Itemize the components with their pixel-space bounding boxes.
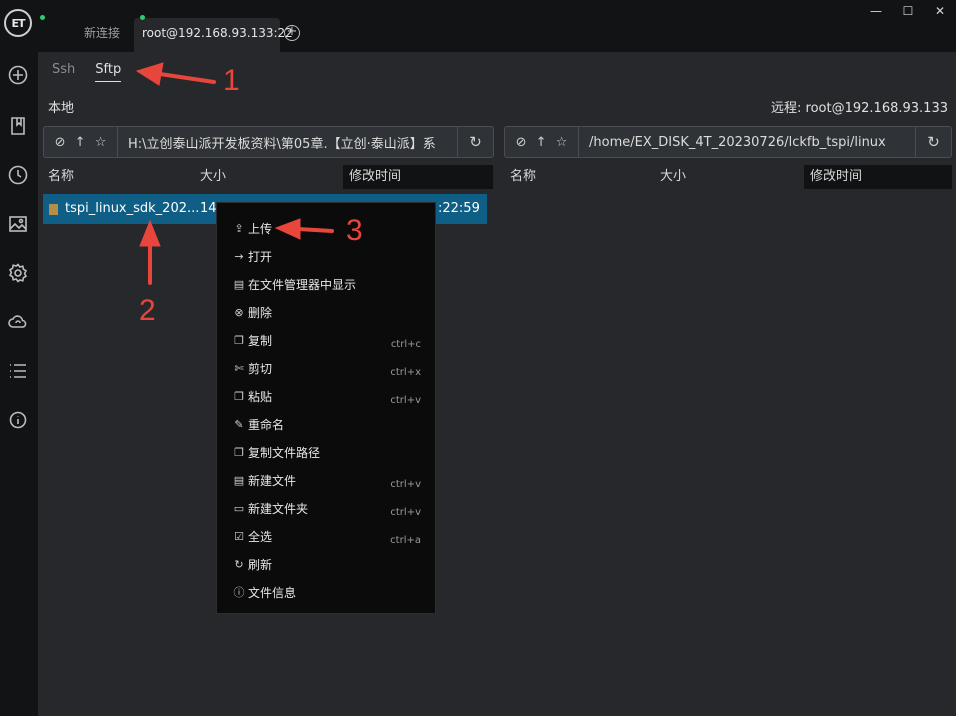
menu-item[interactable]: ✎ 重命名 xyxy=(217,411,437,439)
paste-icon: ❐ xyxy=(234,390,244,403)
menu-item-label: 全选 xyxy=(248,530,273,544)
title-bar: 新连接 root@192.168.93.133:22 + — ☐ ✕ xyxy=(38,0,956,52)
archive-file-icon xyxy=(49,204,58,215)
menu-item-label: 剪切 xyxy=(248,362,273,376)
plus-circle-icon[interactable] xyxy=(7,64,29,86)
window-controls: — ☐ ✕ xyxy=(860,0,956,22)
add-tab-icon[interactable]: + xyxy=(284,25,300,41)
remote-col-modified[interactable]: 修改时间 xyxy=(804,165,952,189)
menu-item[interactable]: ❐ 复制 ctrl+c xyxy=(217,327,437,355)
copy-icon: ❐ xyxy=(234,334,244,347)
tab-new-connection[interactable]: 新连接 xyxy=(58,18,146,52)
menu-item[interactable]: ▭ 新建文件夹 ctrl+v xyxy=(217,495,437,523)
context-menu: ⇪ 上传 → 打开 ▤ 在文件管理器中显示 ⊗ 删除 ❐ 复制 ctrl+c ✄ 剪切 ctrl+x ❐ 粘贴… xyxy=(216,202,436,614)
minimize-button[interactable]: — xyxy=(860,0,892,22)
local-path-input[interactable]: H:\立创泰山派开发板资料\第05章.【立创·泰山派】系 xyxy=(118,133,457,152)
menu-item-label: 复制 xyxy=(248,334,273,348)
menu-item[interactable]: ▤ 新建文件 ctrl+v xyxy=(217,467,437,495)
remote-refresh-icon[interactable]: ↻ xyxy=(915,127,951,157)
menu-item-label: 复制文件路径 xyxy=(248,446,321,460)
local-col-size[interactable]: 大小 xyxy=(200,165,226,189)
remote-pane-title: 远程: root@192.168.93.133 xyxy=(771,101,948,116)
remote-col-name[interactable]: 名称 xyxy=(510,165,536,189)
menu-item-label: 在文件管理器中显示 xyxy=(248,278,357,292)
local-path-actions: ⊘ ↑ ☆ xyxy=(44,127,118,157)
file-name: tspi_linux_sdk_202... xyxy=(65,201,200,216)
local-pane-title: 本地 xyxy=(48,101,75,116)
gear-icon[interactable] xyxy=(7,262,29,284)
remote-path-input[interactable]: /home/EX_DISK_4T_20230726/lckfb_tspi/lin… xyxy=(579,135,915,150)
annotation-number-2: 2 xyxy=(139,294,156,327)
menu-item-label: 新建文件夹 xyxy=(248,502,309,516)
menu-item[interactable]: ⓘ 文件信息 xyxy=(217,579,437,607)
local-col-name[interactable]: 名称 xyxy=(48,165,74,189)
cloud-sync-icon[interactable] xyxy=(7,311,29,333)
mode-tabs: Ssh Sftp xyxy=(52,62,122,82)
copy-path-icon: ❐ xyxy=(234,446,244,459)
rename-icon: ✎ xyxy=(234,418,244,431)
info-icon[interactable] xyxy=(7,409,29,431)
remote-col-size[interactable]: 大小 xyxy=(660,165,686,189)
select-all-icon: ☑ xyxy=(234,530,244,543)
remote-path-bar: ⊘ ↑ ☆ /home/EX_DISK_4T_20230726/lckfb_ts… xyxy=(504,126,952,158)
favorite-star-icon[interactable]: ☆ xyxy=(556,135,568,150)
remote-path-actions: ⊘ ↑ ☆ xyxy=(505,127,579,157)
annotation-number-3: 3 xyxy=(346,214,363,247)
menu-item[interactable]: ↻ 刷新 xyxy=(217,551,437,579)
delete-icon: ⊗ xyxy=(234,306,244,319)
left-sidebar: ET xyxy=(0,0,38,716)
local-refresh-icon[interactable]: ↻ xyxy=(457,127,493,157)
local-col-modified[interactable]: 修改时间 xyxy=(343,165,493,189)
new-folder-icon: ▭ xyxy=(233,502,245,515)
tab-sftp[interactable]: Sftp xyxy=(95,62,122,82)
tab-ssh-session-label: root@192.168.93.133:22 xyxy=(142,26,293,40)
clock-icon[interactable] xyxy=(7,164,29,186)
app-logo: ET xyxy=(4,9,32,37)
menu-item-label: 文件信息 xyxy=(248,586,297,600)
menu-item-label: 重命名 xyxy=(248,418,285,432)
info-icon: ⓘ xyxy=(233,586,245,599)
connection-status-dot xyxy=(140,15,145,20)
refresh-icon: ↻ xyxy=(234,558,244,571)
app-status-dot xyxy=(40,15,45,20)
annotation-number-1: 1 xyxy=(223,64,240,97)
menu-item[interactable]: ✄ 剪切 ctrl+x xyxy=(217,355,437,383)
menu-item-label: 上传 xyxy=(248,222,273,236)
close-button[interactable]: ✕ xyxy=(924,0,956,22)
go-up-icon[interactable]: ↑ xyxy=(536,135,547,150)
hide-hidden-files-icon[interactable]: ⊘ xyxy=(55,135,66,150)
file-icon: ▤ xyxy=(233,278,245,291)
menu-item[interactable]: ❐ 复制文件路径 xyxy=(217,439,437,467)
arrow-right-icon: → xyxy=(234,250,244,263)
tab-ssh[interactable]: Ssh xyxy=(52,62,75,82)
hide-hidden-files-icon[interactable]: ⊘ xyxy=(516,135,527,150)
menu-item-label: 新建文件 xyxy=(248,474,297,488)
local-path-bar: ⊘ ↑ ☆ H:\立创泰山派开发板资料\第05章.【立创·泰山派】系 ↻ xyxy=(43,126,494,158)
maximize-button[interactable]: ☐ xyxy=(892,0,924,22)
file-modified: :22:59 xyxy=(438,201,480,216)
menu-item[interactable]: ❐ 粘贴 ctrl+v xyxy=(217,383,437,411)
menu-item[interactable]: → 打开 xyxy=(217,243,437,271)
menu-item[interactable]: ⇪ 上传 xyxy=(217,215,437,243)
menu-item-label: 粘贴 xyxy=(248,390,273,404)
menu-item-label: 删除 xyxy=(248,306,273,320)
favorite-star-icon[interactable]: ☆ xyxy=(95,135,107,150)
menu-item[interactable]: ▤ 在文件管理器中显示 xyxy=(217,271,437,299)
tab-ssh-session[interactable]: root@192.168.93.133:22 xyxy=(134,15,293,52)
image-icon[interactable] xyxy=(7,213,29,235)
menu-item-label: 刷新 xyxy=(248,558,273,572)
main-panel: Ssh Sftp 本地 远程: root@192.168.93.133 ⊘ ↑ … xyxy=(38,52,956,716)
new-file-icon: ▤ xyxy=(233,474,245,487)
bookmark-icon[interactable] xyxy=(7,115,29,137)
menu-item[interactable]: ⊗ 删除 xyxy=(217,299,437,327)
menu-item[interactable]: ☑ 全选 ctrl+a xyxy=(217,523,437,551)
list-icon[interactable] xyxy=(7,360,29,382)
go-up-icon[interactable]: ↑ xyxy=(75,135,86,150)
menu-item-label: 打开 xyxy=(248,250,273,264)
upload-icon: ⇪ xyxy=(234,222,244,235)
cut-icon: ✄ xyxy=(234,362,244,375)
